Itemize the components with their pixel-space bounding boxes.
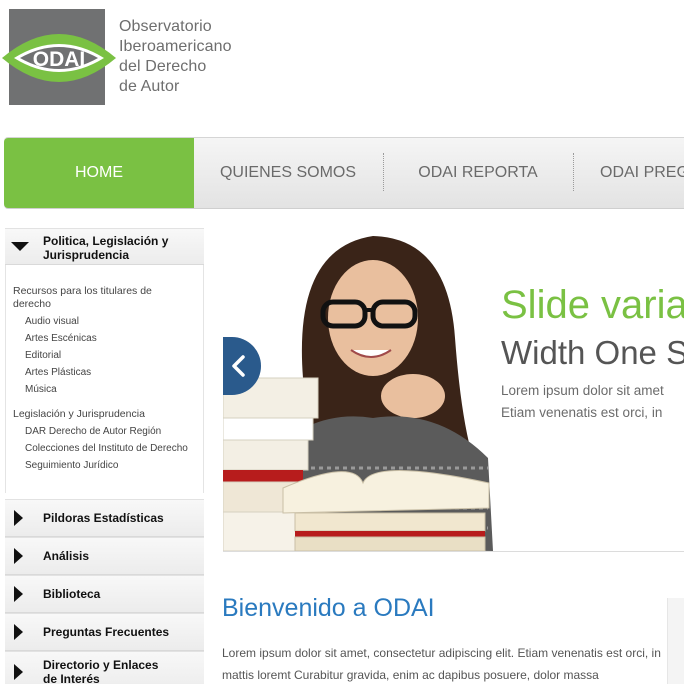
- slide-subtitle: Width One S: [501, 334, 684, 371]
- sidebar-link-artes-plasticas[interactable]: Artes Plásticas: [25, 367, 91, 378]
- triangle-right-icon: [14, 586, 23, 602]
- sidebar-link-musica[interactable]: Música: [25, 384, 57, 395]
- right-panel: [667, 598, 684, 684]
- triangle-right-icon: [14, 664, 23, 680]
- welcome-text: Lorem ipsum dolor sit amet, consectetur …: [222, 646, 661, 682]
- slide-title: Slide varia: [501, 283, 684, 327]
- page: ODAI Observatorio Iberoamericano del Der…: [0, 0, 684, 684]
- accordion-analisis[interactable]: Análisis: [5, 537, 204, 575]
- accordion-label: Politica, Legislación y Jurisprudencia: [43, 234, 169, 262]
- hero-slider: Slide varia Width One S Lorem ipsum dolo…: [223, 228, 684, 552]
- nav-home[interactable]: HOME: [4, 138, 194, 208]
- sidebar-link-artes-escenicas[interactable]: Artes Escénicas: [25, 333, 97, 344]
- logo-line: del Derecho: [119, 58, 207, 75]
- accordion-preguntas-frecuentes[interactable]: Preguntas Frecuentes: [5, 613, 204, 651]
- sidebar-link-dar[interactable]: DAR Derecho de Autor Región: [25, 426, 161, 437]
- accordion-label: Análisis: [43, 549, 90, 563]
- sidebar-link-seguimiento[interactable]: Seguimiento Jurídico: [25, 460, 118, 471]
- main-nav: HOME QUIENES SOMOS ODAI REPORTA ODAI PRE…: [4, 137, 684, 209]
- accordion-label: Directorio y Enlaces de Interés: [43, 658, 159, 684]
- logo-wordmark: Observatorio Iberoamericano del Derecho …: [119, 17, 232, 97]
- nav-odai-reporta[interactable]: ODAI REPORTA: [384, 138, 572, 208]
- triangle-right-icon: [14, 510, 23, 526]
- accordion-label: Preguntas Frecuentes: [43, 625, 170, 639]
- accordion-label: Biblioteca: [43, 587, 101, 601]
- triangle-down-icon: [11, 242, 29, 251]
- welcome-title: Bienvenido a ODAI: [222, 594, 435, 622]
- nav-quienes-somos[interactable]: QUIENES SOMOS: [194, 138, 382, 208]
- accordion-pildoras-estadisticas[interactable]: Pildoras Estadísticas: [5, 499, 204, 537]
- logo-mark-text: ODAI: [33, 48, 86, 71]
- accordion-directorio-enlaces[interactable]: Directorio y Enlaces de Interés: [5, 651, 204, 684]
- slide-text: Lorem ipsum dolor sit amet Etiam venenat…: [501, 380, 664, 424]
- accordion-label: Pildoras Estadísticas: [43, 511, 164, 525]
- slide-photo-student-with-books: [223, 228, 493, 551]
- sidebar-link-editorial[interactable]: Editorial: [25, 350, 61, 361]
- sidebar-link-colecciones[interactable]: Colecciones del Instituto de Derecho: [25, 443, 188, 454]
- accordion-politica-legislacion[interactable]: Politica, Legislación y Jurisprudencia: [5, 228, 204, 265]
- group-title: Recursos para los titulares de derecho: [13, 285, 152, 310]
- sidebar: Politica, Legislación y Jurisprudencia R…: [5, 228, 204, 684]
- odai-logo-mark[interactable]: ODAI: [0, 18, 118, 98]
- slide-text-line: Lorem ipsum dolor sit amet: [501, 383, 664, 398]
- group-title: Legislación y Jurisprudencia: [13, 408, 145, 420]
- nav-odai-preguntas[interactable]: ODAI PREG: [600, 138, 684, 208]
- nav-divider: [573, 153, 574, 191]
- triangle-right-icon: [14, 624, 23, 640]
- accordion-body: Recursos para los titulares de derecho A…: [5, 265, 204, 493]
- sidebar-link-audio-visual[interactable]: Audio visual: [25, 316, 79, 327]
- logo-line: Observatorio: [119, 18, 212, 35]
- slide-text-line: Etiam venenatis est orci, in: [501, 405, 663, 420]
- triangle-right-icon: [14, 548, 23, 564]
- chevron-left-icon: [232, 355, 245, 377]
- logo-line: de Autor: [119, 78, 180, 95]
- accordion-biblioteca[interactable]: Biblioteca: [5, 575, 204, 613]
- logo-line: Iberoamericano: [119, 38, 232, 55]
